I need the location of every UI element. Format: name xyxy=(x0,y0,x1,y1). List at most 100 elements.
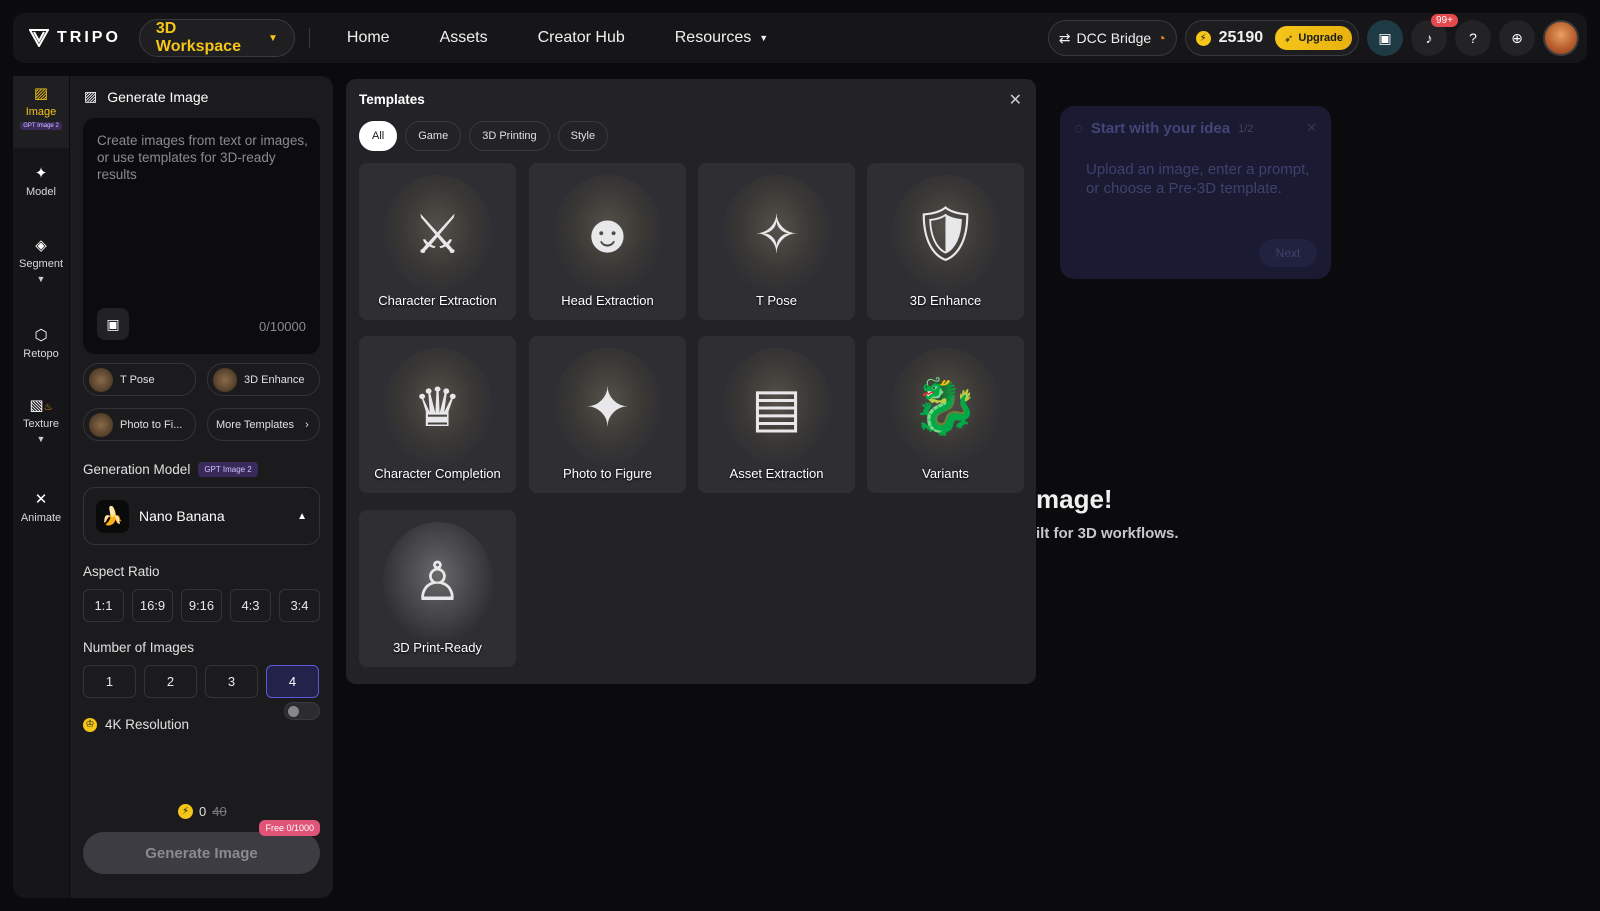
tripo-logo[interactable]: TRIPO xyxy=(29,29,121,47)
prompt-input[interactable]: Create images from text or images, or us… xyxy=(83,118,320,354)
resolution-toggle[interactable] xyxy=(284,702,320,720)
template-chip-3d-enhance[interactable]: 3D Enhance xyxy=(207,363,320,396)
hint-next-button[interactable]: Next xyxy=(1259,239,1317,267)
char-counter: 0/10000 xyxy=(259,319,306,334)
template-card-3d-enhance[interactable]: 🛡 3D Enhance xyxy=(867,163,1024,320)
template-chip-t-pose[interactable]: T Pose xyxy=(83,363,196,396)
aspect-option-16-9[interactable]: 16:9 xyxy=(132,589,173,622)
add-image-icon: ▣ xyxy=(106,315,120,332)
image-icon: ▨ xyxy=(84,88,98,104)
coin-icon: ⚡ xyxy=(178,804,193,819)
aspect-option-1-1[interactable]: 1:1 xyxy=(83,589,124,622)
model-select[interactable]: 🍌 Nano Banana ▲ xyxy=(83,487,320,545)
aspect-ratio-options: 1:1 16:9 9:16 4:3 3:4 xyxy=(83,589,320,622)
fire-icon: ♨ xyxy=(43,402,53,413)
panel-title: ▨ Generate Image xyxy=(84,88,209,105)
rail-item-animate[interactable]: ✕ Animate xyxy=(13,490,69,524)
templates-title: Templates xyxy=(359,92,425,107)
banana-icon: 🍌 xyxy=(96,499,129,533)
dcc-bridge-button[interactable]: ⇄ DCC Bridge ◔ xyxy=(1047,20,1177,56)
credits-value: 25190 xyxy=(1218,29,1264,46)
template-card-photo-to-figure[interactable]: ✦ Photo to Figure xyxy=(529,336,686,493)
num-images-option-4[interactable]: 4 xyxy=(266,665,319,698)
tab-3d-printing[interactable]: 3D Printing xyxy=(469,121,550,151)
generate-image-button[interactable]: Generate Image xyxy=(83,832,320,874)
nav-creator-hub[interactable]: Creator Hub xyxy=(513,29,650,47)
template-card-head-extraction[interactable]: ☻ Head Extraction xyxy=(529,163,686,320)
swap-icon: ⇄ xyxy=(1058,29,1071,46)
template-chip-photo-to-figure[interactable]: Photo to Fi... xyxy=(83,408,196,441)
template-thumbnail xyxy=(213,367,237,392)
dragon-icon: 🐉 xyxy=(890,348,1001,466)
gift-button[interactable]: ▣ xyxy=(1367,20,1403,56)
aspect-ratio-label: Aspect Ratio xyxy=(83,564,160,579)
templates-popover: Templates ✕ All Game 3D Printing Style ⚔… xyxy=(346,79,1036,684)
throne-icon: ♛ xyxy=(382,348,493,466)
help-button[interactable]: ? xyxy=(1455,20,1491,56)
more-templates-button[interactable]: More Templates › xyxy=(207,408,320,441)
rail-item-image[interactable]: ▨ Image GPT Image 2 xyxy=(13,76,69,148)
upgrade-button[interactable]: ➶ Upgrade xyxy=(1275,26,1352,50)
nav-resources[interactable]: Resources ▼ xyxy=(650,29,793,47)
num-images-option-2[interactable]: 2 xyxy=(144,665,197,698)
generation-model-label: Generation Model GPT Image 2 xyxy=(83,462,258,477)
top-right-actions: ⇄ DCC Bridge ◔ ⚡ 25190 ➶ Upgrade ▣ ♪ 99+ … xyxy=(1047,14,1579,56)
rail-item-segment[interactable]: ◈ Segment ▼ xyxy=(13,236,69,284)
workspace-dropdown[interactable]: 3D Workspace ▼ xyxy=(138,19,295,57)
tab-all[interactable]: All xyxy=(359,121,398,151)
resolution-label: ♔ 4K Resolution xyxy=(83,717,189,732)
template-card-asset-extraction[interactable]: ▤ Asset Extraction xyxy=(698,336,855,493)
image-upload-button[interactable]: ▣ xyxy=(97,308,129,340)
rail-item-texture[interactable]: ▧♨ Texture ▼ xyxy=(13,396,69,444)
nav-assets[interactable]: Assets xyxy=(415,29,513,47)
tab-style[interactable]: Style xyxy=(557,121,609,151)
num-images-option-3[interactable]: 3 xyxy=(205,665,258,698)
model-name: Nano Banana xyxy=(139,508,225,524)
desk-icon: ▤ xyxy=(721,348,832,466)
aspect-option-4-3[interactable]: 4:3 xyxy=(230,589,271,622)
hint-body: Upload an image, enter a prompt, or choo… xyxy=(1086,161,1310,197)
close-icon[interactable]: ✕ xyxy=(1306,120,1317,136)
sword-icon: ⚔ xyxy=(382,175,493,293)
close-icon[interactable]: ✕ xyxy=(1009,90,1022,110)
tool-rail: ▨ Image GPT Image 2 ✦ Model ◈ Segment ▼ … xyxy=(13,76,69,898)
chevron-down-icon[interactable]: ▼ xyxy=(37,434,46,444)
aspect-option-9-16[interactable]: 9:16 xyxy=(181,589,222,622)
crown-icon: ♔ xyxy=(83,717,97,732)
aspect-option-3-4[interactable]: 3:4 xyxy=(279,589,320,622)
generate-image-panel: ▨ Generate Image Create images from text… xyxy=(70,76,333,898)
template-card-character-extraction[interactable]: ⚔ Character Extraction xyxy=(359,163,516,320)
avatar[interactable] xyxy=(1543,20,1579,56)
workspace-label: 3D Workspace xyxy=(155,20,241,55)
rail-item-model[interactable]: ✦ Model xyxy=(13,164,69,198)
globe-icon: ⊕ xyxy=(1511,29,1523,46)
chevron-down-icon: ▼ xyxy=(267,32,278,44)
notifications-button[interactable]: ♪ 99+ xyxy=(1411,14,1458,56)
template-card-character-completion[interactable]: ♛ Character Completion xyxy=(359,336,516,493)
language-button[interactable]: ⊕ xyxy=(1499,20,1535,56)
template-card-variants[interactable]: 🐉 Variants xyxy=(867,336,1024,493)
gift-icon: ▣ xyxy=(1378,29,1392,46)
running-figure-icon: ✕ xyxy=(34,491,48,508)
logo-text: TRIPO xyxy=(57,29,121,46)
hint-title: ◌ Start with your idea 1/2 xyxy=(1074,120,1254,137)
template-card-3d-print-ready[interactable]: ♙ 3D Print-Ready xyxy=(359,510,516,667)
template-card-t-pose[interactable]: ✧ T Pose xyxy=(698,163,855,320)
num-images-option-1[interactable]: 1 xyxy=(83,665,136,698)
dancer-icon: ✦ xyxy=(552,348,663,466)
tab-game[interactable]: Game xyxy=(405,121,462,151)
rail-item-retopo[interactable]: ⬡ Retopo xyxy=(13,326,69,360)
blender-icon: ◔ xyxy=(1157,30,1166,46)
empty-state-subtitle: ilt for 3D workflows. xyxy=(1036,525,1179,542)
free-quota-badge: Free 0/1000 xyxy=(259,820,320,836)
head-icon: ☻ xyxy=(552,175,663,293)
template-thumbnail xyxy=(89,367,113,392)
image-icon: ▨ xyxy=(33,85,49,102)
num-images-label: Number of Images xyxy=(83,640,195,655)
nav-home[interactable]: Home xyxy=(322,29,415,47)
chevron-right-icon: › xyxy=(305,418,309,431)
texture-icon: ▧♨ xyxy=(29,397,53,414)
chevron-down-icon[interactable]: ▼ xyxy=(37,274,46,284)
chevron-down-icon: ▼ xyxy=(759,33,769,43)
credits-pill[interactable]: ⚡ 25190 ➶ Upgrade xyxy=(1184,20,1359,56)
